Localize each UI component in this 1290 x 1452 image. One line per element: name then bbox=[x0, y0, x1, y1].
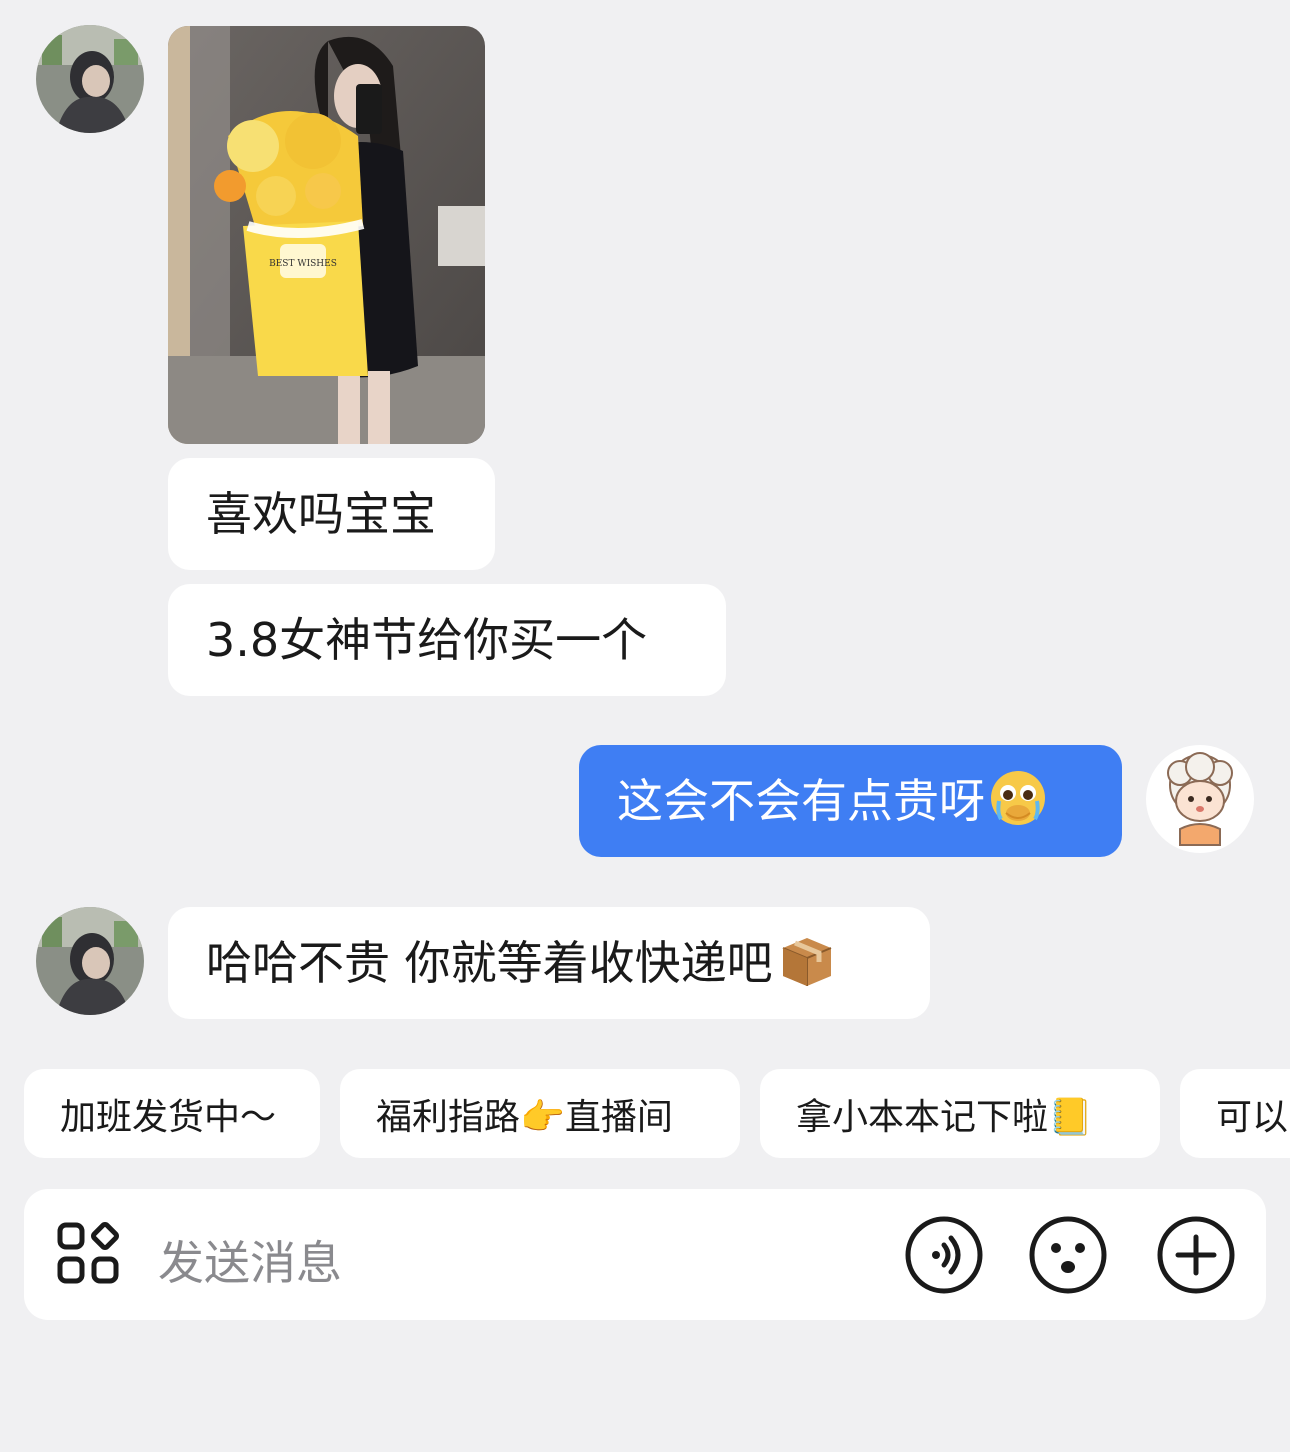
message-input[interactable]: 发送消息 bbox=[158, 1227, 342, 1293]
contact-avatar[interactable] bbox=[36, 907, 144, 1015]
quick-reply-chip[interactable]: 可以 bbox=[1180, 1069, 1290, 1158]
message-text: 哈哈不贵 你就等着收快递吧 bbox=[206, 936, 773, 990]
package-emoji-icon bbox=[777, 930, 837, 997]
incoming-message-bubble[interactable]: 哈哈不贵 你就等着收快递吧 bbox=[168, 907, 930, 1019]
message-composer: 发送消息 bbox=[24, 1189, 1266, 1320]
incoming-message-bubble[interactable]: 3.8女神节给你买一个 bbox=[168, 584, 726, 696]
message-text: 3.8女神节给你买一个 bbox=[206, 613, 648, 667]
quick-reply-chip[interactable]: 加班发货中～ bbox=[24, 1069, 320, 1158]
crying-face-emoji-icon bbox=[989, 769, 1047, 834]
quick-reply-label: 可以 bbox=[1216, 1096, 1289, 1138]
message-text: 这会不会有点贵呀 bbox=[617, 774, 985, 828]
image-message[interactable]: BEST WISHES bbox=[168, 26, 485, 444]
voice-icon[interactable] bbox=[904, 1215, 984, 1295]
incoming-message-bubble[interactable]: 喜欢吗宝宝 bbox=[168, 458, 495, 570]
emoji-face-icon[interactable] bbox=[1028, 1215, 1108, 1295]
outgoing-message-bubble[interactable]: 这会不会有点贵呀 bbox=[579, 745, 1122, 857]
quick-reply-chip[interactable]: 拿小本本记下啦📒 bbox=[760, 1069, 1160, 1158]
my-avatar[interactable] bbox=[1146, 745, 1254, 853]
bouquet-card-text: BEST WISHES bbox=[269, 259, 337, 269]
plus-icon[interactable] bbox=[1156, 1215, 1236, 1295]
apps-grid-icon[interactable] bbox=[54, 1219, 126, 1291]
quick-reply-label: 加班发货中～ bbox=[60, 1096, 277, 1138]
message-text: 喜欢吗宝宝 bbox=[206, 487, 436, 541]
quick-reply-label: 拿小本本记下啦📒 bbox=[796, 1096, 1093, 1138]
quick-reply-label: 福利指路👉直播间 bbox=[376, 1096, 673, 1138]
contact-avatar[interactable] bbox=[36, 25, 144, 133]
quick-reply-chip[interactable]: 福利指路👉直播间 bbox=[340, 1069, 740, 1158]
